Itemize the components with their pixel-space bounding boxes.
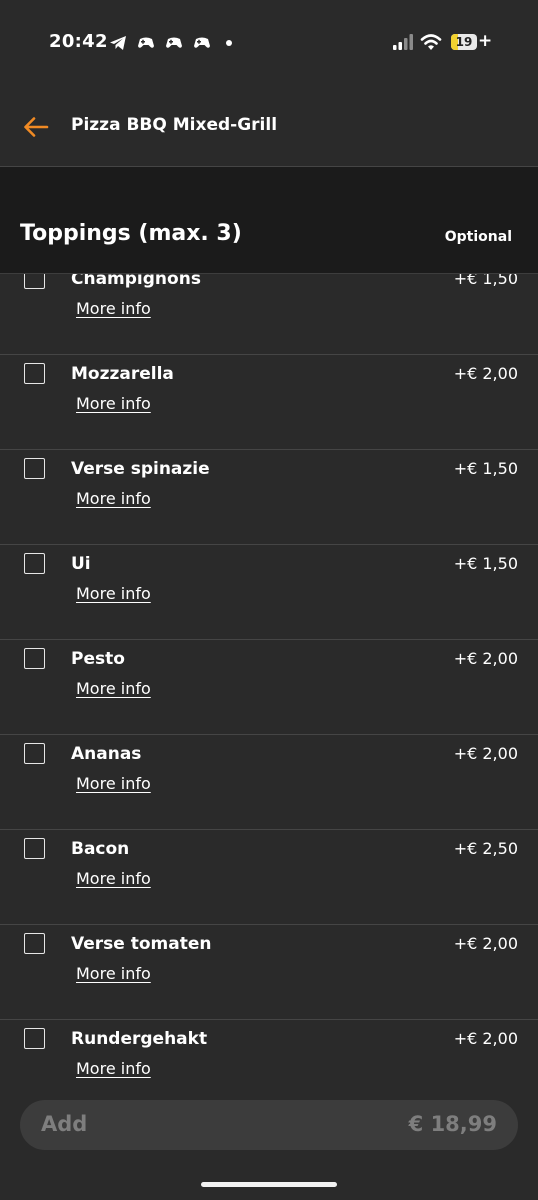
cellular-signal-icon <box>393 34 413 50</box>
arrow-left-icon[interactable] <box>22 115 50 139</box>
topping-checkbox[interactable] <box>24 1028 45 1049</box>
wifi-icon <box>420 34 442 50</box>
topping-name: Champignons <box>71 274 201 289</box>
more-info-link[interactable]: More info <box>76 394 151 413</box>
battery-charging-plus: + <box>478 31 493 51</box>
add-label: Add <box>41 1112 88 1136</box>
game-controller-icon <box>194 37 210 48</box>
topping-price: +€ 2,50 <box>453 839 518 858</box>
topping-item-pesto[interactable]: Pesto More info +€ 2,00 <box>0 640 538 735</box>
battery-level: 19 <box>455 35 473 49</box>
topping-checkbox[interactable] <box>24 363 45 384</box>
more-info-link[interactable]: More info <box>76 869 151 888</box>
total-price: € 18,99 <box>408 1112 497 1136</box>
telegram-icon <box>110 36 126 50</box>
topping-price: +€ 1,50 <box>453 459 518 478</box>
more-info-link[interactable]: More info <box>76 964 151 983</box>
topping-name: Rundergehakt <box>71 1029 208 1049</box>
bottom-action-bar: Add € 18,99 <box>0 1082 538 1200</box>
topping-checkbox[interactable] <box>24 458 45 479</box>
topping-price: +€ 1,50 <box>453 274 518 288</box>
battery-icon: 19 <box>451 34 477 50</box>
topping-name: Bacon <box>71 839 130 859</box>
topping-price: +€ 2,00 <box>453 649 518 668</box>
more-info-link[interactable]: More info <box>76 1059 151 1078</box>
section-title: Toppings (max. 3) <box>20 221 242 246</box>
topping-item-rundergehakt[interactable]: Rundergehakt More info +€ 2,00 <box>0 1020 538 1082</box>
topping-name: Verse tomaten <box>71 934 212 954</box>
more-info-link[interactable]: More info <box>76 489 151 508</box>
more-info-link[interactable]: More info <box>76 299 151 318</box>
topping-checkbox[interactable] <box>24 274 45 289</box>
status-bar: 20:42 19 + <box>0 0 538 88</box>
status-time: 20:42 <box>49 31 108 52</box>
home-indicator[interactable] <box>201 1182 337 1187</box>
topping-item-ananas[interactable]: Ananas More info +€ 2,00 <box>0 735 538 830</box>
optional-badge: Optional <box>444 229 512 245</box>
topping-item-verse-spinazie[interactable]: Verse spinazie More info +€ 1,50 <box>0 450 538 545</box>
add-to-cart-button[interactable]: Add € 18,99 <box>20 1100 518 1150</box>
more-info-link[interactable]: More info <box>76 584 151 603</box>
topping-name: Ananas <box>71 744 142 764</box>
topping-checkbox[interactable] <box>24 838 45 859</box>
more-info-link[interactable]: More info <box>76 679 151 698</box>
game-controller-icon <box>138 37 154 48</box>
topping-price: +€ 2,00 <box>453 364 518 383</box>
topping-item-ui[interactable]: Ui More info +€ 1,50 <box>0 545 538 640</box>
game-controller-icon <box>166 37 182 48</box>
toppings-section-header: Toppings (max. 3) Optional <box>0 167 538 274</box>
topping-price: +€ 1,50 <box>453 554 518 573</box>
topping-item-verse-tomaten[interactable]: Verse tomaten More info +€ 2,00 <box>0 925 538 1020</box>
topping-name: Mozzarella <box>71 364 174 384</box>
topping-item-bacon[interactable]: Bacon More info +€ 2,50 <box>0 830 538 925</box>
topping-name: Pesto <box>71 649 125 669</box>
topping-checkbox[interactable] <box>24 648 45 669</box>
topping-checkbox[interactable] <box>24 553 45 574</box>
topping-price: +€ 2,00 <box>453 934 518 953</box>
topping-checkbox[interactable] <box>24 933 45 954</box>
topping-price: +€ 2,00 <box>453 1029 518 1048</box>
topping-item-mozzarella[interactable]: Mozzarella More info +€ 2,00 <box>0 355 538 450</box>
top-app-bar: Pizza BBQ Mixed-Grill <box>0 88 538 167</box>
more-notifications-dot-icon <box>226 40 232 46</box>
more-info-link[interactable]: More info <box>76 774 151 793</box>
topping-checkbox[interactable] <box>24 743 45 764</box>
topping-name: Ui <box>71 554 91 574</box>
toppings-list[interactable]: Champignons More info +€ 1,50 Mozzarella… <box>0 274 538 1082</box>
topping-name: Verse spinazie <box>71 459 210 479</box>
page-title: Pizza BBQ Mixed-Grill <box>71 115 278 135</box>
topping-price: +€ 2,00 <box>453 744 518 763</box>
topping-item-champignons[interactable]: Champignons More info +€ 1,50 <box>0 274 538 355</box>
